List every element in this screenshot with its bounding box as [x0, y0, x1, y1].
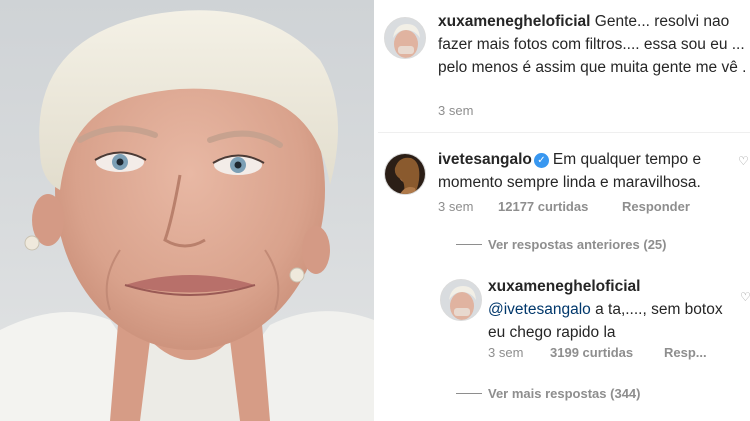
post-author-avatar[interactable]: [384, 17, 426, 59]
comment-time: 3 sem: [438, 199, 474, 214]
reply-mention-link[interactable]: @ivetesangalo: [488, 301, 591, 318]
heart-icon[interactable]: ♡: [740, 290, 750, 304]
comment-reply-label: Responder: [622, 199, 690, 214]
comment-body: ivetesangalo ✓ Em qualquer tempo e momento…: [438, 148, 738, 194]
comment-reply-button[interactable]: Responder: [622, 199, 690, 214]
avatar-image: [441, 280, 481, 320]
verified-badge-icon: ✓: [533, 153, 549, 168]
caption-separator: [378, 132, 750, 133]
comment-likes[interactable]: 12177 curtidas: [498, 199, 588, 214]
view-previous-replies-button[interactable]: Ver respostas anteriores (25): [488, 237, 666, 252]
post-time: 3 sem: [438, 103, 474, 118]
reply-time: 3 sem: [488, 345, 524, 360]
post-photo: [0, 0, 374, 421]
comment-likes-label: 12177 curtidas: [498, 199, 589, 214]
reply-body: xuxameneghel​oficial @ivetesangalo a ta,…: [488, 275, 738, 344]
reply-reply-button[interactable]: Resp...: [664, 345, 707, 360]
comments-panel: xuxameneghel​oficial Gente... resolvi na…: [378, 0, 750, 421]
post-caption: xuxameneghel​oficial Gente... resolvi na…: [438, 10, 750, 79]
commenter-avatar[interactable]: [384, 153, 426, 195]
view-more-line: [456, 393, 482, 394]
view-more-replies-button[interactable]: Ver mais respostas (344): [488, 386, 640, 401]
heart-icon[interactable]: ♡: [738, 154, 749, 168]
reply-author-username[interactable]: xuxameneghel​oficial: [488, 275, 738, 298]
view-previous-line: [456, 244, 482, 245]
portrait-image: [0, 10, 374, 421]
avatar-image: [385, 154, 425, 194]
reply-reply-label: Resp...: [664, 345, 707, 360]
avatar-image: [385, 18, 425, 58]
reply-likes[interactable]: 3199 curtidas: [550, 345, 633, 360]
post-author-username[interactable]: xuxameneghel​oficial: [438, 13, 590, 30]
reply-author-avatar[interactable]: [440, 279, 482, 321]
reply-likes-label: 3199 curtidas: [550, 345, 634, 360]
commenter-username[interactable]: ivetesangalo: [438, 151, 532, 168]
